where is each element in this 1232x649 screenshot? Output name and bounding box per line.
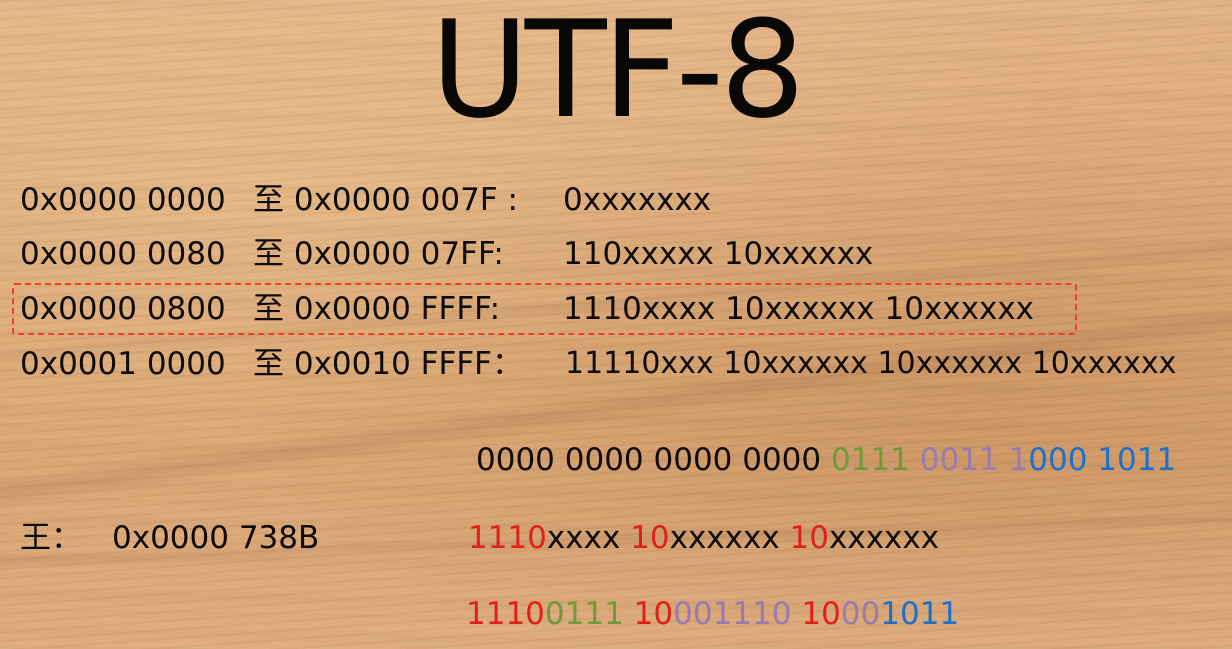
range-from: 0x0001 0000 [20,346,226,382]
template-prefix-2: 10 [630,520,670,556]
encoded-bits-2a: 0011 [673,596,753,632]
example-char: 王： [20,520,82,556]
range-to: 0x0000 007F : [293,182,518,218]
page-title: UTF-8 [430,0,806,148]
encoded-bits-1: 0111 [544,596,624,632]
range-sep: 至 [253,346,284,382]
range-row-3: 0x0000 0800 至 0x0000 FFFF: 1110xxxx 10xx… [0,289,1232,329]
encoded-bits-3b: 1011 [880,596,960,632]
range-pattern: 11110xxx 10xxxxxx 10xxxxxx 10xxxxxx [565,346,1177,381]
range-row-1: 0x0000 0000 至 0x0000 007F : 0xxxxxxx [0,180,1232,220]
binary-group-3a: 1 [1008,442,1029,478]
range-sep: 至 [253,236,284,272]
utf8-encoded: 11100111 10001110 10001011 [466,594,959,634]
encoded-prefix-2: 10 [633,596,674,632]
range-row-2: 0x0000 0080 至 0x0000 07FF: 110xxxxx 10xx… [0,234,1232,274]
template-bits-2: xxxxxx [669,520,790,556]
binary-group-3b: 000 [1028,442,1088,478]
range-to-label: 至 0x0000 007F : [253,180,518,220]
range-to: 0x0000 07FF: [293,236,504,272]
range-pattern: 0xxxxxxx [563,182,712,218]
example-char-line: 王： 0x0000 738B [20,518,319,558]
utf8-template: 1110xxxx 10xxxxxx 10xxxxxx [468,518,939,558]
range-sep: 至 [253,291,284,327]
template-bits-3: xxxxxx [829,520,940,556]
template-bits-1: xxxx [546,520,631,556]
binary-prefix: 0000 0000 0000 0000 [476,442,831,478]
example-codepoint: 0x0000 738B [112,520,320,556]
range-to-label: 至 0x0000 07FF: [253,234,504,274]
encoded-prefix-1: 1110 [466,596,545,632]
binary-group-4: 1011 [1097,442,1177,478]
encoded-bits-2b: 10 [752,596,792,632]
template-prefix-3: 10 [789,520,829,556]
binary-group-2: 0011 [919,442,999,478]
range-pattern: 1110xxxx 10xxxxxx 10xxxxxx [563,291,1035,327]
range-to: 0x0000 FFFF: [293,291,501,327]
range-from: 0x0000 0080 [20,236,226,272]
range-to: 0x0010 FFFF： [293,346,523,382]
range-pattern: 110xxxxx 10xxxxxx [563,236,874,272]
encoded-bits-3a: 00 [840,596,881,632]
range-to-label: 至 0x0000 FFFF: [253,289,500,329]
template-prefix-1: 1110 [468,520,547,556]
binary-group-1: 0111 [831,442,910,478]
range-sep: 至 [253,182,284,218]
codepoint-binary: 0000 0000 0000 0000 0111 0011 1000 1011 [476,440,1176,480]
range-to-label: 至 0x0010 FFFF： [253,344,523,384]
range-from: 0x0000 0000 [20,182,226,218]
encoded-prefix-3: 10 [801,596,841,632]
range-from: 0x0000 0800 [20,291,226,327]
range-row-4: 0x0001 0000 至 0x0010 FFFF： 11110xxx 10xx… [0,344,1232,384]
